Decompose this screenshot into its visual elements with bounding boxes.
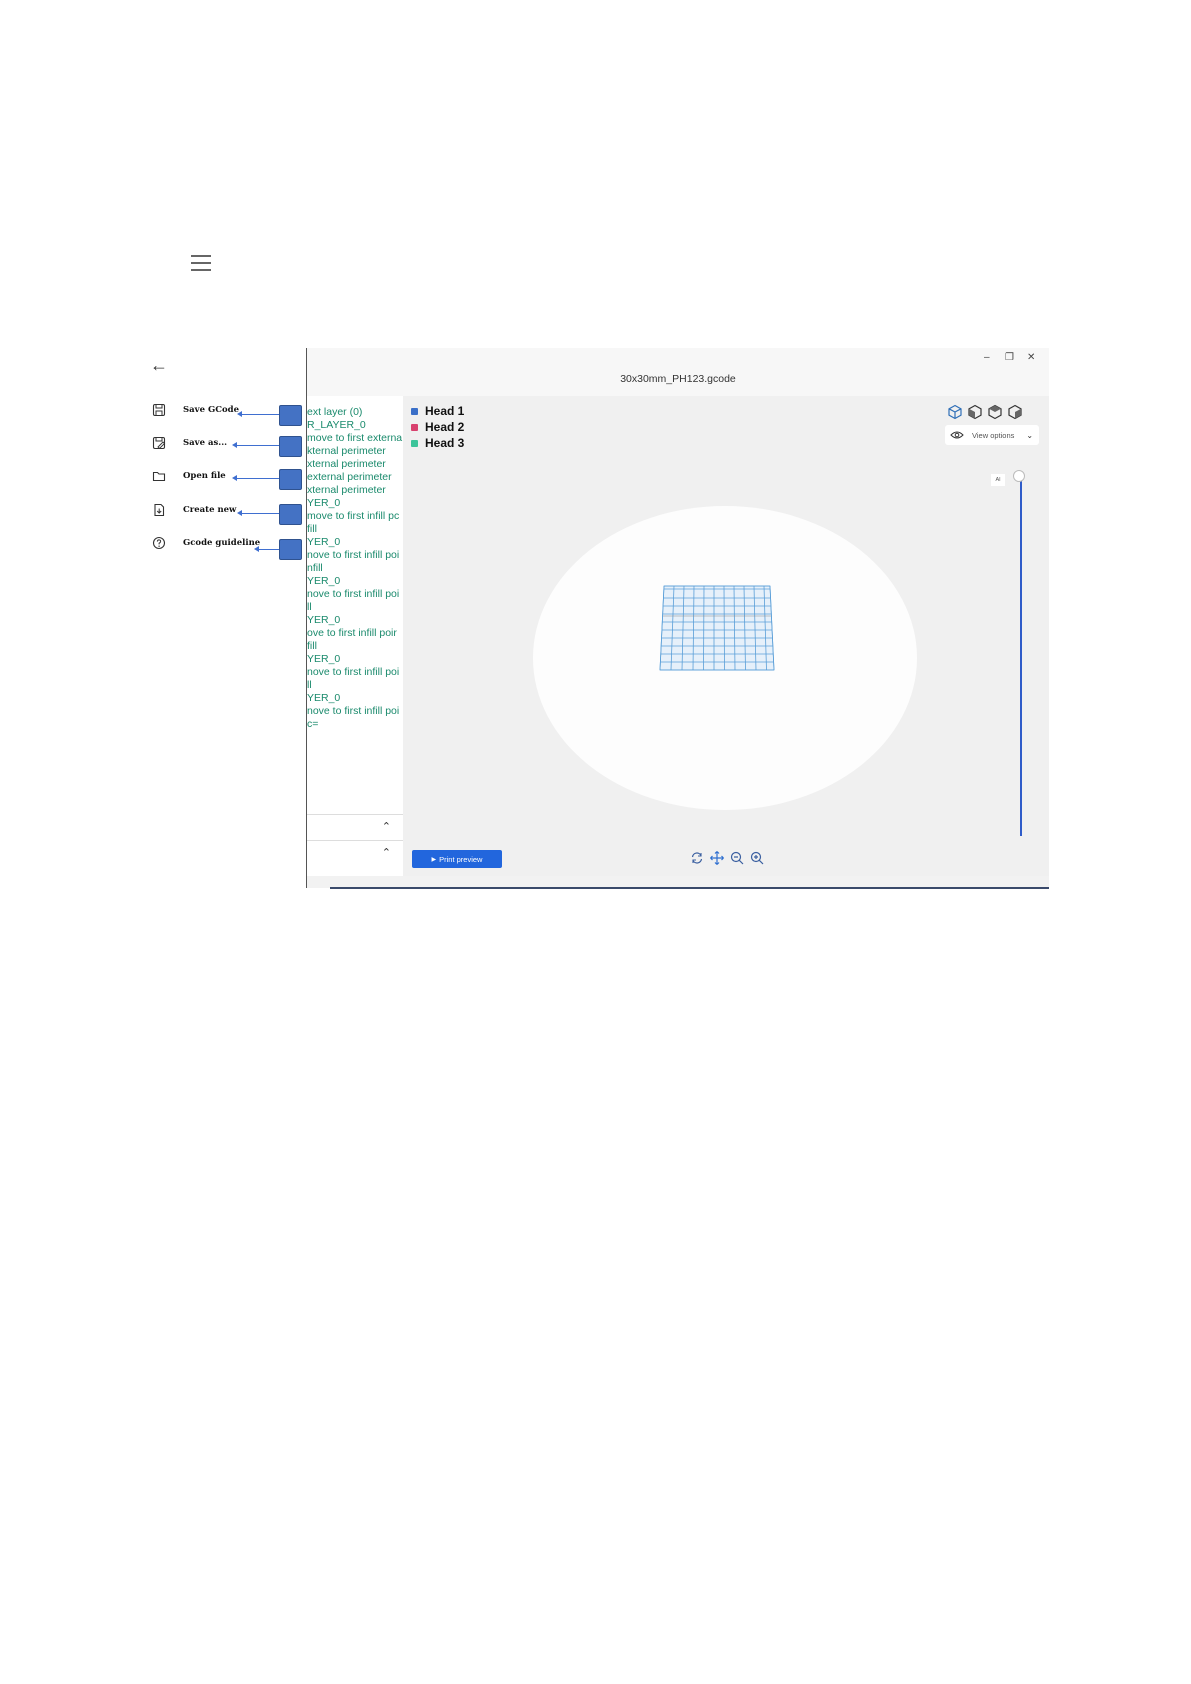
rotate-icon[interactable]: [689, 850, 705, 866]
gcode-line[interactable]: YER_0: [307, 653, 340, 665]
gcode-line[interactable]: ll: [307, 679, 312, 691]
layer-all-label: Al: [991, 474, 1005, 486]
cube-front-icon[interactable]: [967, 404, 983, 420]
viewport-3d[interactable]: Head 1 Head 2 Head 3 View options ⌄ Al ▶…: [403, 396, 1049, 876]
gcode-line[interactable]: external perimeter: [307, 471, 392, 483]
cube-top-icon[interactable]: [987, 404, 1003, 420]
gcode-line[interactable]: xternal perimeter: [307, 484, 386, 496]
gcode-line[interactable]: nove to first infill poi: [307, 549, 399, 561]
callout-box: [279, 469, 302, 490]
gcode-line[interactable]: fill: [307, 640, 317, 652]
gcode-line[interactable]: nove to first infill poi: [307, 588, 399, 600]
gcode-line[interactable]: ext layer (0): [307, 406, 362, 418]
legend-label: Head 2: [425, 420, 465, 434]
chevron-up-icon[interactable]: ⌃: [382, 846, 391, 859]
menu-item-label: Open file: [183, 471, 226, 481]
legend-label: Head 3: [425, 436, 465, 450]
save-icon: [152, 403, 166, 417]
hamburger-menu-icon[interactable]: [191, 255, 211, 273]
maximize-button[interactable]: ❐: [1005, 352, 1014, 363]
gcode-line[interactable]: fill: [307, 523, 317, 535]
gcode-line[interactable]: nove to first infill poi: [307, 666, 399, 678]
cube-iso-icon[interactable]: [947, 404, 963, 420]
gcode-line[interactable]: R_LAYER_0: [307, 419, 366, 431]
print-preview-button[interactable]: ▶ Print preview: [412, 850, 502, 868]
gcode-line[interactable]: kternal perimeter: [307, 445, 386, 457]
layer-slider-track[interactable]: [1020, 476, 1022, 836]
callout-line: [258, 549, 279, 550]
legend-item-head-3: Head 3: [411, 436, 464, 450]
gcode-line[interactable]: xternal perimeter: [307, 458, 386, 470]
gcode-line[interactable]: ll: [307, 601, 312, 613]
title-bar: 30x30mm_PH123.gcode – ❐ ✕: [307, 348, 1049, 396]
gcode-line[interactable]: YER_0: [307, 536, 340, 548]
gcode-line[interactable]: move to first infill pc: [307, 510, 399, 522]
window-bottom-border: [330, 887, 1049, 889]
minimize-button[interactable]: –: [984, 352, 990, 363]
help-icon: [152, 536, 166, 550]
callout-box: [279, 405, 302, 426]
legend-item-head-1: Head 1: [411, 404, 464, 418]
callout-line: [241, 513, 279, 514]
file-title: 30x30mm_PH123.gcode: [620, 373, 736, 385]
pan-icon[interactable]: [709, 850, 725, 866]
callout-box: [279, 436, 302, 457]
callout-box: [279, 504, 302, 525]
back-arrow-icon[interactable]: ←: [150, 356, 168, 374]
gcode-line[interactable]: nove to first infill poi: [307, 705, 399, 717]
legend-swatch: [411, 407, 418, 415]
printed-model-grid: [659, 585, 775, 671]
callout-box: [279, 539, 302, 560]
menu-item-label: Gcode guideline: [183, 538, 261, 548]
cube-side-icon[interactable]: [1007, 404, 1023, 420]
print-preview-label: Print preview: [439, 854, 483, 864]
legend-swatch: [411, 423, 418, 431]
gcode-line[interactable]: c=: [307, 718, 318, 730]
zoom-out-icon[interactable]: [729, 850, 745, 866]
view-options-label: View options: [972, 430, 1015, 440]
new-file-icon: [154, 503, 165, 517]
close-button[interactable]: ✕: [1027, 352, 1035, 363]
zoom-in-icon[interactable]: [749, 850, 765, 866]
app-window: 30x30mm_PH123.gcode – ❐ ✕ ext layer (0) R…: [307, 348, 1049, 888]
viewport-toolbar: [689, 850, 769, 866]
menu-item-label: Save GCode: [183, 405, 239, 415]
chevron-up-icon[interactable]: ⌃: [382, 820, 391, 833]
callout-line: [241, 414, 279, 415]
gcode-line[interactable]: YER_0: [307, 692, 340, 704]
view-options-dropdown[interactable]: View options ⌄: [945, 425, 1039, 445]
menu-item-label: Save as...: [183, 438, 228, 448]
layer-slider-handle[interactable]: [1013, 470, 1025, 482]
gcode-line[interactable]: move to first externa: [307, 432, 402, 444]
menu-item-label: Create new: [183, 505, 237, 515]
chevron-down-icon: ⌄: [1026, 430, 1034, 440]
gcode-line[interactable]: nfill: [307, 562, 323, 574]
legend-swatch: [411, 439, 418, 447]
gcode-line[interactable]: YER_0: [307, 497, 340, 509]
callout-line: [236, 478, 279, 479]
gcode-line[interactable]: YER_0: [307, 575, 340, 587]
save-as-icon: [152, 436, 166, 450]
callout-line: [236, 445, 279, 446]
gcode-line[interactable]: ove to first infill poir: [307, 627, 397, 639]
legend-item-head-2: Head 2: [411, 420, 464, 434]
folder-icon: [152, 471, 166, 482]
collapse-row: ⌃: [307, 840, 403, 867]
eye-icon: [950, 431, 964, 439]
play-icon: ▶: [431, 856, 437, 863]
gcode-line[interactable]: YER_0: [307, 614, 340, 626]
collapse-row: ⌃: [307, 814, 403, 841]
legend-label: Head 1: [425, 404, 465, 418]
gcode-panel[interactable]: ext layer (0) R_LAYER_0 move to first exte…: [307, 396, 404, 876]
